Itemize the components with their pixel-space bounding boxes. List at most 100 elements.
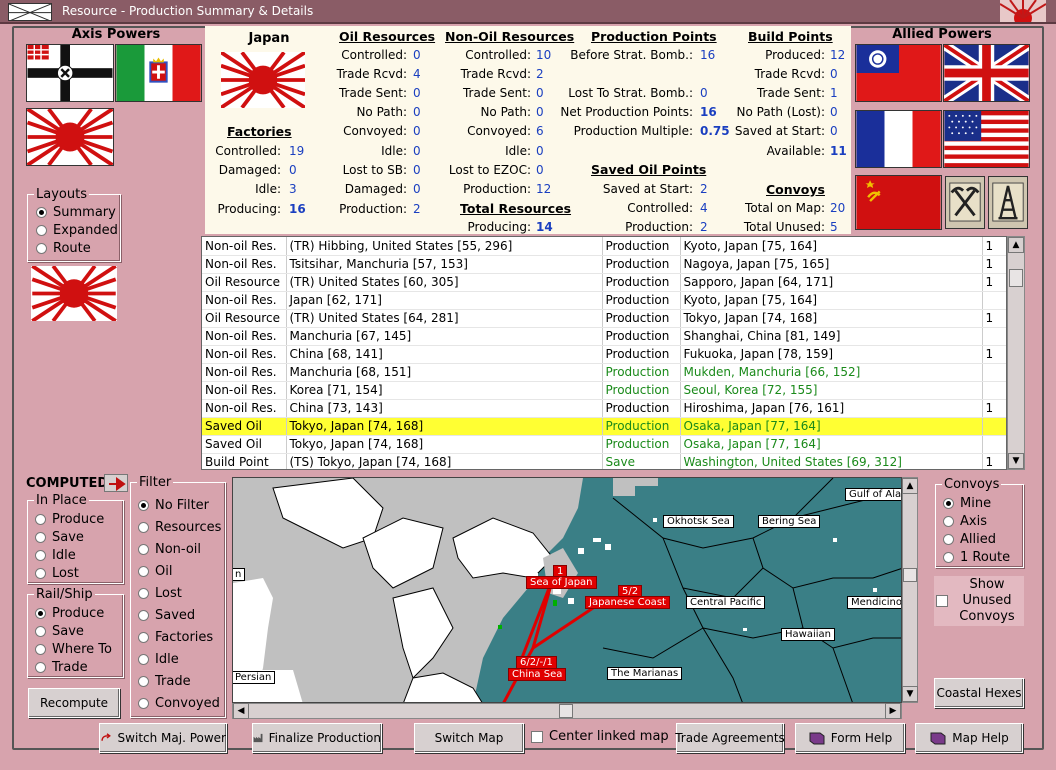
map-view[interactable]: Gulf of Alaska Okhotsk Sea Bering Sea Ce…: [232, 477, 902, 703]
table-row[interactable]: Non-oil Res. Manchuria [67, 145] Productio…: [202, 327, 1006, 346]
bp-value: 1: [830, 86, 838, 100]
layout-route-radio[interactable]: Route: [36, 241, 91, 256]
inplace-produce-radio[interactable]: Produce: [35, 512, 104, 527]
table-cell-use: Production: [602, 363, 681, 382]
pp-label: Lost To Strat. Bomb.:: [568, 86, 693, 100]
table-row[interactable]: Non-oil Res. Japan [62, 171] Production Kyo…: [202, 291, 1006, 310]
form-help-button[interactable]: Form Help: [795, 723, 905, 753]
computed-arrow-button[interactable]: [104, 474, 128, 492]
table-row[interactable]: Oil Resource (TR) United States [64, 281]…: [202, 309, 1006, 328]
center-linked-map-checkbox[interactable]: [531, 730, 543, 743]
table-cell-source: Tokyo, Japan [74, 168]: [286, 417, 603, 436]
table-cell-use: Production: [602, 381, 681, 400]
convoys-filter-group: Convoys Mine Axis Allied 1 Route: [935, 477, 1024, 568]
filter-factories-radio[interactable]: Factories: [138, 630, 213, 645]
ussr-flag-icon[interactable]: [855, 175, 942, 230]
table-cell-n: 1: [982, 345, 1006, 364]
table-cell-source: China [68, 141]: [286, 345, 603, 364]
table-row[interactable]: Oil Resource (TR) United States [60, 305]…: [202, 273, 1006, 292]
center-linked-map-toggle[interactable]: Center linked map: [531, 729, 669, 744]
table-row[interactable]: Non-oil Res. China [73, 143] Production Hir…: [202, 399, 1006, 418]
table-cell-use: Production: [602, 399, 681, 418]
filter-saved-radio[interactable]: Saved: [138, 608, 195, 623]
scroll-down-icon[interactable]: ▼: [1008, 453, 1024, 469]
nonoil-label: Trade Rcvd:: [460, 67, 531, 81]
mining-tools-icon[interactable]: [945, 176, 985, 229]
window-corner-flag-icon: [1000, 0, 1046, 22]
table-row[interactable]: Non-oil Res. Korea [71, 154] Production Seo…: [202, 381, 1006, 400]
recompute-button[interactable]: Recompute: [28, 688, 120, 718]
table-vertical-scrollbar[interactable]: ▲ ▼: [1007, 236, 1025, 470]
table-scroll-thumb[interactable]: [1009, 269, 1023, 287]
show-unused-convoys-box[interactable]: Show Unused Convoys: [934, 576, 1024, 626]
filter-oil-radio[interactable]: Oil: [138, 564, 172, 579]
map-help-button[interactable]: Map Help: [915, 723, 1023, 753]
convoys-label: Total Unused:: [743, 220, 825, 234]
filter-no-filter-radio[interactable]: No Filter: [138, 498, 209, 513]
in-place-group: In Place Produce Save Idle Lost: [27, 493, 124, 584]
railship-where-to-radio[interactable]: Where To: [35, 642, 112, 657]
railship-produce-radio[interactable]: Produce: [35, 606, 104, 621]
uk-flag-icon[interactable]: [943, 44, 1030, 102]
convoys-allied-radio[interactable]: Allied: [943, 532, 996, 547]
oil-label: Controlled:: [341, 48, 407, 62]
layout-expanded-radio[interactable]: Expanded: [36, 223, 118, 238]
table-row[interactable]: Build Point (TS) Tokyo, Japan [74, 168] Sa…: [202, 453, 1006, 469]
table-cell-use: Production: [602, 417, 681, 436]
map-scroll-up-icon[interactable]: ▲: [902, 478, 918, 494]
germany-flag-icon[interactable]: [26, 44, 114, 102]
filter-lost-radio[interactable]: Lost: [138, 586, 182, 601]
railship-trade-radio[interactable]: Trade: [35, 660, 88, 675]
filter-convoyed-radio[interactable]: Convoyed: [138, 696, 220, 711]
map-vscroll-thumb[interactable]: [903, 568, 917, 582]
map-scroll-down-icon[interactable]: ▼: [902, 686, 918, 702]
oil-resources-title: Oil Resources: [339, 29, 436, 44]
china-flag-icon[interactable]: [855, 44, 942, 102]
table-row[interactable]: Non-oil Res. Manchuria [68, 151] Productio…: [202, 363, 1006, 382]
savedoil-label: Controlled:: [627, 201, 693, 215]
france-flag-icon[interactable]: [855, 110, 942, 168]
oil-derrick-icon[interactable]: [988, 176, 1028, 229]
table-row[interactable]: Non-oil Res. China [68, 141] Production Fuk…: [202, 345, 1006, 364]
layouts-legend: Layouts: [34, 187, 89, 202]
finalize-production-button[interactable]: Finalize Production: [252, 723, 382, 753]
inplace-idle-radio[interactable]: Idle: [35, 548, 76, 563]
show-unused-convoys-checkbox[interactable]: [936, 595, 948, 607]
usa-flag-icon[interactable]: [943, 110, 1030, 168]
nonoil-label: Controlled:: [465, 48, 531, 62]
map-horizontal-scrollbar[interactable]: ◀ ▶: [232, 703, 902, 719]
filter-idle-radio[interactable]: Idle: [138, 652, 179, 667]
trade-agreements-button[interactable]: Trade Agreements: [675, 723, 785, 753]
table-cell-use: Production: [602, 237, 681, 256]
filter-trade-radio[interactable]: Trade: [138, 674, 191, 689]
japan-flag-icon[interactable]: [26, 108, 114, 166]
center-linked-map-label: Center linked map: [549, 729, 669, 744]
italy-flag-icon[interactable]: [115, 44, 202, 102]
railship-save-radio[interactable]: Save: [35, 624, 84, 639]
table-cell-type: Non-oil Res.: [202, 291, 287, 310]
inplace-save-radio[interactable]: Save: [35, 530, 84, 545]
map-scroll-right-icon[interactable]: ▶: [885, 703, 901, 719]
scroll-up-icon[interactable]: ▲: [1008, 237, 1024, 253]
filter-resources-radio[interactable]: Resources: [138, 520, 221, 535]
table-cell-source: Tokyo, Japan [74, 168]: [286, 435, 603, 454]
filter-non-oil-radio[interactable]: Non-oil: [138, 542, 201, 557]
inplace-lost-radio[interactable]: Lost: [35, 566, 79, 581]
switch-map-button[interactable]: Switch Map: [414, 723, 524, 753]
oil-value: 0: [413, 105, 421, 119]
map-scroll-left-icon[interactable]: ◀: [233, 703, 249, 719]
table-cell-source: Korea [71, 154]: [286, 381, 603, 400]
switch-major-power-button[interactable]: Switch Maj. Power: [99, 723, 227, 753]
table-row[interactable]: Saved Oil Tokyo, Japan [74, 168] Productio…: [202, 417, 1006, 436]
table-row[interactable]: Non-oil Res. (TR) Hibbing, United States …: [202, 237, 1006, 256]
table-row[interactable]: Saved Oil Tokyo, Japan [74, 168] Productio…: [202, 435, 1006, 454]
convoys-1-route-radio[interactable]: 1 Route: [943, 550, 1010, 565]
map-vertical-scrollbar[interactable]: ▲ ▼: [902, 477, 918, 703]
coastal-hexes-button[interactable]: Coastal Hexes: [934, 678, 1024, 708]
map-hscroll-thumb[interactable]: [559, 704, 573, 718]
table-row[interactable]: Non-oil Res. Tsitsihar, Manchuria [57, 15…: [202, 255, 1006, 274]
convoys-axis-radio[interactable]: Axis: [943, 514, 987, 529]
convoys-mine-radio[interactable]: Mine: [943, 496, 991, 511]
layout-summary-radio[interactable]: Summary: [36, 205, 116, 220]
table-cell-type: Non-oil Res.: [202, 381, 287, 400]
